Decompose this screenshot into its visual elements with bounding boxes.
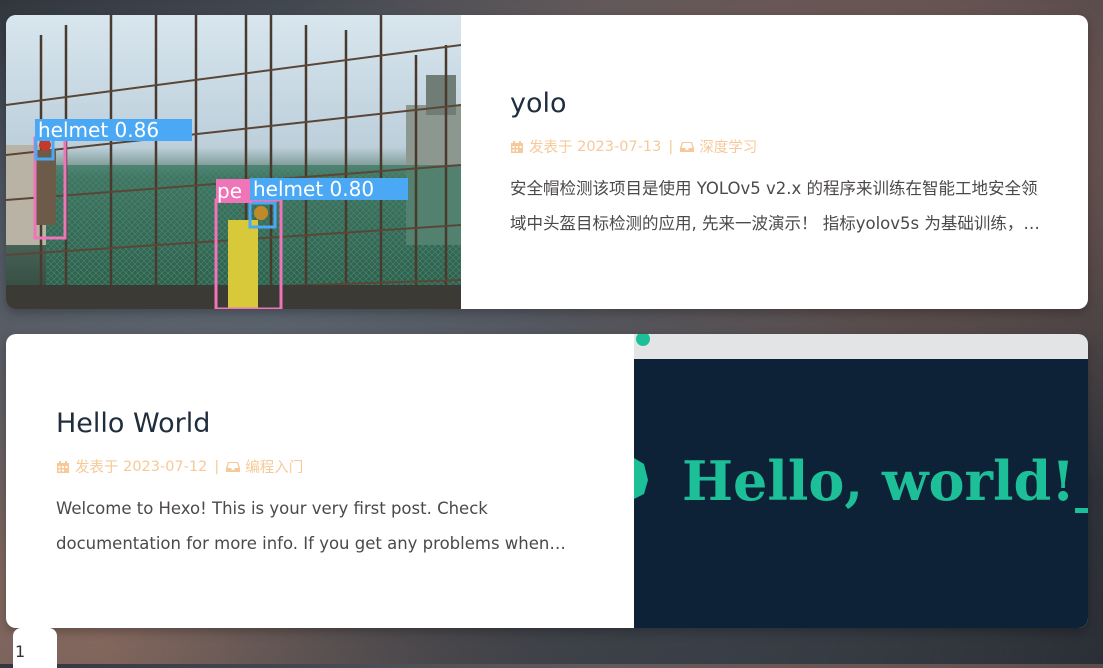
detection-label: helmet 0.80 [253, 177, 374, 201]
inbox-icon [680, 141, 695, 152]
post-excerpt: 安全帽检测该项目是使用 YOLOv5 v2.x 的程序来训练在智能工地安全领域中… [510, 179, 1038, 233]
post-date: 2023-07-13 [577, 138, 662, 155]
post-meta: 发表于 2023-07-12 | 编程入门 [56, 456, 596, 477]
post-info: yolo 发表于 2023-07-13 | 深度学习 安全帽检测该项目是使用 Y… [510, 15, 1050, 309]
post-thumbnail[interactable]: Hello, world!_ [634, 334, 1088, 628]
detection-label: helmet 0.86 [38, 118, 159, 142]
pagination-current-page[interactable]: 1 [13, 628, 57, 668]
post-thumbnail[interactable]: helmet 0.86 pe helmet 0.80 [6, 15, 461, 309]
meta-separator: | [668, 138, 674, 155]
post-excerpt: Welcome to Hexo! This is your very first… [56, 499, 550, 553]
hello-world-text: Hello, world!_ [682, 449, 1088, 513]
post-info: Hello World 发表于 2023-07-12 | 编程入门 Welcom… [56, 334, 596, 628]
helmet-detection-image: helmet 0.86 pe helmet 0.80 [6, 15, 461, 309]
hello-world-image: Hello, world!_ [634, 334, 1088, 628]
detection-label: pe [217, 179, 242, 203]
date-prefix: 发表于 [529, 140, 573, 156]
calendar-icon [511, 140, 523, 153]
meta-separator: | [214, 458, 220, 475]
post-date: 2023-07-12 [123, 458, 208, 475]
post-card: Hello World 发表于 2023-07-12 | 编程入门 Welcom… [6, 334, 1088, 628]
post-title[interactable]: Hello World [56, 408, 596, 439]
post-category[interactable]: 深度学习 [699, 136, 757, 157]
date-prefix: 发表于 [75, 460, 119, 476]
post-category[interactable]: 编程入门 [245, 456, 303, 477]
inbox-icon [226, 461, 241, 472]
calendar-icon [57, 460, 69, 473]
post-card: helmet 0.86 pe helmet 0.80 yolo 发表于 2023… [6, 15, 1088, 309]
post-meta: 发表于 2023-07-13 | 深度学习 [510, 136, 1050, 157]
post-title[interactable]: yolo [510, 88, 1050, 119]
